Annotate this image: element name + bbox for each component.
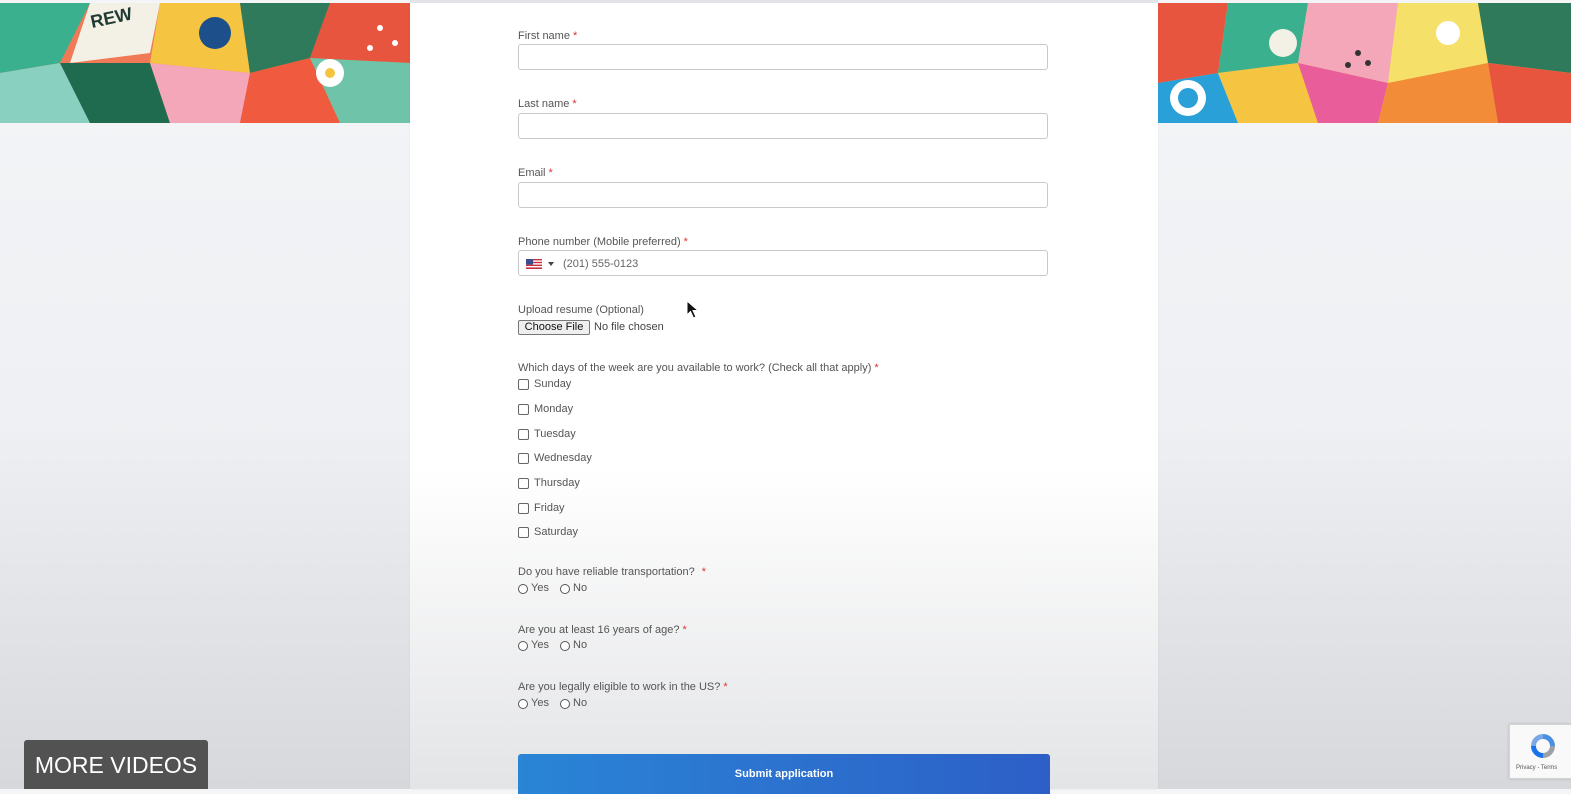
first-name-input[interactable] (518, 44, 1048, 70)
last-name-label: Last name * (518, 98, 577, 110)
phone-input[interactable]: (201) 555-0123 (518, 250, 1048, 276)
resume-label: Upload resume (Optional) (518, 304, 644, 316)
age-question-label: Are you at least 16 years of age? * (518, 624, 687, 636)
choose-file-button[interactable]: Choose File (518, 320, 590, 335)
checkbox[interactable] (518, 404, 529, 415)
decorative-banner-left: REW (0, 3, 410, 123)
checkbox[interactable] (518, 429, 529, 440)
us-flag-icon[interactable] (526, 259, 542, 269)
country-dropdown-icon[interactable] (548, 262, 554, 266)
age-no-radio[interactable] (560, 641, 570, 651)
mouse-cursor-icon (686, 300, 700, 319)
checkbox[interactable] (518, 527, 529, 538)
file-status: No file chosen (594, 321, 664, 333)
transportation-options: Yes No (518, 582, 718, 597)
eligible-no-radio[interactable] (560, 699, 570, 709)
recaptcha-icon (1531, 734, 1555, 758)
phone-placeholder: (201) 555-0123 (563, 258, 639, 270)
more-videos-button[interactable]: MORE VIDEOS (24, 740, 208, 789)
top-divider (410, 0, 1158, 3)
days-question-label: Which days of the week are you available… (518, 362, 879, 374)
checkbox[interactable] (518, 503, 529, 514)
transportation-question-label: Do you have reliable transportation? * (518, 566, 707, 578)
age-options: Yes No (518, 639, 718, 654)
submit-application-button[interactable]: Submit application (518, 754, 1050, 794)
transportation-no-radio[interactable] (560, 584, 570, 594)
phone-label: Phone number (Mobile preferred) * (518, 236, 688, 248)
eligible-yes-radio[interactable] (518, 699, 528, 709)
recaptcha-badge[interactable]: Privacy - Terms (1509, 724, 1571, 779)
email-label: Email * (518, 167, 553, 179)
checkbox[interactable] (518, 453, 529, 464)
checkbox[interactable] (518, 379, 529, 390)
age-yes-radio[interactable] (518, 641, 528, 651)
email-input[interactable] (518, 182, 1048, 208)
eligibility-question-label: Are you legally eligible to work in the … (518, 681, 728, 693)
recaptcha-terms-link[interactable]: Privacy - Terms (1516, 765, 1557, 771)
checkbox[interactable] (518, 478, 529, 489)
decorative-banner-right (1158, 3, 1571, 123)
first-name-label: First name * (518, 30, 578, 42)
last-name-input[interactable] (518, 113, 1048, 139)
transportation-yes-radio[interactable] (518, 584, 528, 594)
eligibility-options: Yes No (518, 697, 718, 712)
